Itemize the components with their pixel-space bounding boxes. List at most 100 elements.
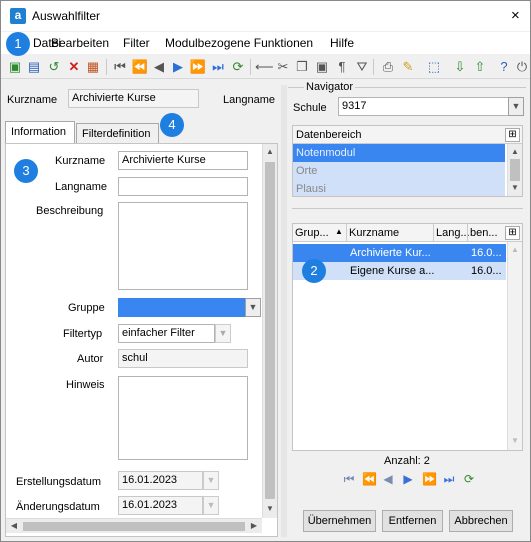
horizontal-scrollbar[interactable]: ◀ ▶ [6, 518, 262, 533]
next-record-icon[interactable]: ▶ [169, 58, 187, 76]
brush-icon[interactable]: ✎ [399, 58, 417, 76]
column-langname[interactable]: Lang... [436, 227, 470, 239]
first-record-icon[interactable]: ⏮ [111, 58, 129, 76]
column-chooser-icon[interactable]: ⊞ [505, 226, 520, 240]
next-record-icon[interactable]: ▶ [401, 472, 415, 486]
filter-icon[interactable]: ⛛ [353, 58, 371, 76]
chevron-down-icon[interactable]: ▼ [508, 181, 522, 195]
langname-label: Langname [55, 181, 107, 193]
hinweis-label: Hinweis [66, 379, 105, 391]
sort-ascending-icon: ▲ [335, 227, 343, 236]
datenbereich-list: Datenbereich ⊞ Notenmodul Orte Plausi ▲ … [292, 125, 523, 197]
header-kurzname-label: Kurzname [7, 94, 58, 106]
list-item[interactable]: Notenmodul [293, 144, 505, 162]
exit-icon[interactable]: ⏻ [513, 58, 531, 76]
column-chooser-icon[interactable]: ⊞ [505, 128, 520, 142]
list-item[interactable]: Orte [293, 162, 505, 180]
window: a Auswahlfilter × Datei Bearbeiten Filte… [0, 0, 531, 542]
cell-ben: 16.0... [468, 262, 506, 280]
chevron-right-icon[interactable]: ▶ [247, 519, 261, 533]
chevron-left-icon[interactable]: ◀ [7, 519, 21, 533]
gruppe-select[interactable] [118, 298, 245, 317]
kurzname-field[interactable]: Archivierte Kurse [118, 151, 248, 170]
tab-information[interactable]: Information [5, 121, 75, 144]
schule-select[interactable]: 9317 [338, 97, 509, 116]
chevron-up-icon[interactable]: ▲ [508, 145, 522, 159]
cell-langname [434, 262, 468, 280]
menu-filter[interactable]: Filter [123, 36, 150, 50]
list-item[interactable]: Plausi [293, 180, 505, 196]
delete-icon[interactable]: ✕ [65, 58, 83, 76]
chevron-down-icon[interactable]: ▼ [245, 298, 261, 317]
hinweis-field[interactable] [118, 376, 248, 460]
export-icon[interactable]: ⇧ [471, 58, 489, 76]
menu-bearbeiten[interactable]: Bearbeiten [51, 36, 109, 50]
import-icon[interactable]: ⇩ [451, 58, 469, 76]
toolbar: ▣ ▤ ↺ ✕ ▦ ⏮ ⏪ ◀ ▶ ⏩ ⏭ ⟳ ⟵ ✂ ❐ ▣ ¶ ⛛ ⎙ ✎ … [1, 55, 530, 79]
chevron-down-icon[interactable]: ▼ [508, 97, 524, 116]
kurzname-label: Kurzname [55, 155, 106, 167]
prev-page-icon[interactable]: ⏪ [131, 58, 149, 76]
prev-page-icon[interactable]: ⏪ [362, 472, 377, 486]
close-icon[interactable]: × [511, 7, 520, 24]
column-gruppe[interactable]: Grup... [295, 227, 329, 239]
select-icon[interactable]: ⬚ [425, 58, 443, 76]
last-record-icon[interactable]: ⏭ [209, 58, 227, 76]
tab-filterdefinition[interactable]: Filterdefinition [76, 123, 159, 144]
table-row[interactable]: Archivierte Kur... 16.0... [293, 244, 506, 262]
save-icon[interactable]: ▤ [25, 58, 43, 76]
prev-record-icon[interactable]: ◀ [381, 472, 395, 486]
beschreibung-label: Beschreibung [36, 205, 104, 217]
print-icon[interactable]: ⎙ [379, 58, 397, 76]
column-separator [467, 224, 468, 242]
chevron-down-icon[interactable]: ▼ [508, 434, 522, 448]
format-icon[interactable]: ¶ [333, 58, 351, 76]
cell-ben: 16.0... [468, 244, 506, 262]
chevron-down-icon[interactable]: ▼ [263, 502, 277, 516]
splitter[interactable] [281, 85, 287, 537]
vertical-scrollbar[interactable]: ▲ ▼ [507, 242, 522, 450]
beschreibung-field[interactable] [118, 202, 248, 290]
scroll-thumb[interactable] [265, 162, 275, 499]
abbrechen-button[interactable]: Abbrechen [449, 510, 513, 532]
header-langname-label: Langname [223, 94, 275, 106]
uebernehmen-button[interactable]: Übernehmen [303, 510, 376, 532]
copy-icon[interactable]: ❐ [293, 58, 311, 76]
grid-header: Grup... ▲ Kurzname Lang... ben... [293, 224, 522, 242]
new-icon[interactable]: ▣ [6, 58, 24, 76]
prev-record-icon[interactable]: ◀ [150, 58, 168, 76]
form-icon[interactable]: ▦ [84, 58, 102, 76]
scroll-thumb[interactable] [23, 522, 245, 531]
next-page-icon[interactable]: ⏩ [189, 58, 207, 76]
paste-icon[interactable]: ▣ [313, 58, 331, 76]
menu-hilfe[interactable]: Hilfe [330, 36, 354, 50]
undo-icon[interactable]: ↺ [45, 58, 63, 76]
callout-badge-1: 1 [6, 32, 30, 56]
next-page-icon[interactable]: ⏩ [422, 472, 437, 486]
toolbar-separator [106, 59, 107, 75]
langname-field[interactable] [118, 177, 248, 196]
chevron-up-icon[interactable]: ▲ [263, 145, 277, 159]
anzahl-label: Anzahl: 2 [384, 455, 430, 467]
refresh-icon[interactable]: ⟳ [462, 472, 476, 486]
first-record-icon[interactable]: ⏮ [342, 472, 356, 487]
column-separator [433, 224, 434, 242]
column-kurzname[interactable]: Kurzname [349, 227, 399, 239]
menu-modulbezogene-funktionen[interactable]: Modulbezogene Funktionen [165, 36, 313, 50]
last-record-icon[interactable]: ⏭ [442, 472, 456, 487]
scroll-thumb[interactable] [510, 159, 520, 181]
entfernen-button[interactable]: Entfernen [382, 510, 443, 532]
section-divider [292, 208, 523, 209]
filtertyp-select[interactable]: einfacher Filter [118, 324, 215, 343]
refresh-icon[interactable]: ⟳ [229, 58, 247, 76]
navigator-title: Navigator [304, 81, 356, 93]
cut-icon[interactable]: ✂ [274, 58, 292, 76]
chevron-down-icon[interactable]: ▼ [215, 324, 231, 343]
column-ben[interactable]: ben... [470, 227, 498, 239]
vertical-scrollbar[interactable]: ▲ ▼ [262, 144, 277, 518]
chevron-down-icon: ▼ [203, 496, 219, 515]
vertical-scrollbar[interactable]: ▲ ▼ [507, 144, 522, 196]
back-icon[interactable]: ⟵ [255, 58, 274, 76]
chevron-up-icon[interactable]: ▲ [508, 243, 522, 257]
help-icon[interactable]: ? [495, 58, 513, 76]
